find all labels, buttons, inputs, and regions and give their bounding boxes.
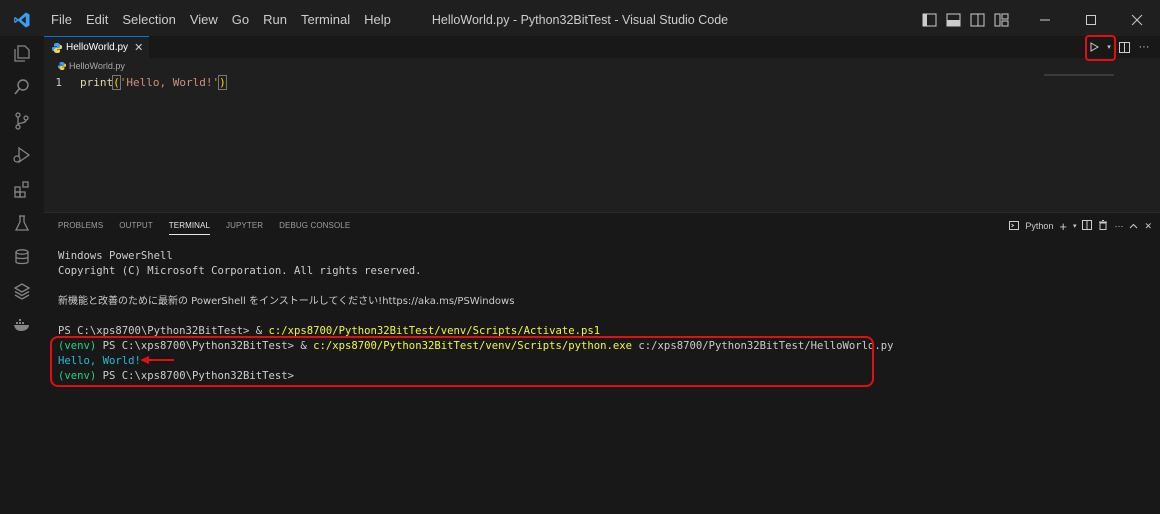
close-panel-icon[interactable]: ✕ [1144, 221, 1152, 232]
editor-tab-helloworld[interactable]: HelloWorld.py ✕ [44, 36, 150, 58]
terminal-line: 新機能と改善のために最新の PowerShell をインストールしてください!h… [58, 296, 515, 307]
more-actions-icon[interactable]: ··· [1114, 221, 1123, 231]
tab-problems[interactable]: PROBLEMS [58, 213, 103, 239]
new-terminal-icon[interactable]: + [1059, 219, 1067, 234]
menu-selection[interactable]: Selection [115, 0, 182, 40]
toggle-primary-sidebar-icon[interactable] [918, 9, 940, 31]
line-number: 1 [55, 75, 62, 89]
menu-help[interactable]: Help [357, 0, 398, 40]
python-file-icon [52, 42, 62, 53]
layers-icon[interactable] [0, 274, 44, 308]
run-and-debug-icon[interactable] [0, 138, 44, 172]
python-file-icon [58, 62, 66, 70]
menu-go[interactable]: Go [225, 0, 256, 40]
testing-icon[interactable] [0, 206, 44, 240]
more-actions-icon[interactable]: ··· [1136, 39, 1152, 55]
customize-layout-icon[interactable] [990, 9, 1012, 31]
title-bar: File Edit Selection View Go Run Terminal… [0, 0, 1160, 40]
terminal-line: Windows PowerShell [58, 250, 173, 262]
menu-terminal[interactable]: Terminal [294, 0, 357, 40]
panel-tabs: PROBLEMS OUTPUT TERMINAL JUPYTER DEBUG C… [44, 213, 1160, 239]
annotation-arrow-icon [140, 356, 174, 364]
toggle-secondary-sidebar-icon[interactable] [966, 9, 988, 31]
source-control-icon[interactable] [0, 104, 44, 138]
close-tab-icon[interactable]: ✕ [134, 41, 143, 54]
explorer-icon[interactable] [0, 36, 44, 70]
docker-icon[interactable] [0, 308, 44, 342]
maximize-panel-chevron-up-icon[interactable] [1129, 221, 1138, 231]
menu-file[interactable]: File [44, 0, 79, 40]
terminal-profile-label[interactable]: Python [1025, 221, 1053, 231]
code-paren-open: ( [112, 74, 121, 90]
activity-bar [0, 36, 44, 514]
code-line[interactable]: 1 print('Hello, World!') [44, 74, 1160, 90]
terminal-icon [1009, 220, 1020, 232]
code-function: print [80, 75, 114, 89]
tab-output[interactable]: OUTPUT [119, 213, 153, 239]
tab-terminal[interactable]: TERMINAL [168, 217, 211, 235]
tab-debug-console[interactable]: DEBUG CONSOLE [279, 213, 350, 239]
menu-view[interactable]: View [183, 0, 225, 40]
minimap[interactable] [1044, 74, 1114, 76]
maximize-icon[interactable] [1068, 0, 1114, 40]
code-string: 'Hello, World!' [119, 75, 220, 89]
terminal-line: Copyright (C) Microsoft Corporation. All… [58, 265, 422, 277]
trash-icon[interactable] [1098, 220, 1108, 232]
search-icon[interactable] [0, 70, 44, 104]
code-paren-close: ) [218, 74, 227, 90]
minimize-icon[interactable] [1022, 0, 1068, 40]
editor-tabs: HelloWorld.py ✕ ▾ ··· [44, 35, 1160, 61]
database-icon[interactable] [0, 240, 44, 274]
run-button-highlight [1085, 35, 1116, 61]
split-editor-icon[interactable] [1116, 39, 1132, 55]
vscode-logo-icon [0, 0, 44, 40]
toggle-panel-icon[interactable] [942, 9, 964, 31]
breadcrumb: HelloWorld.py [44, 58, 1160, 74]
terminal-dropdown-chevron-icon[interactable]: ▾ [1073, 222, 1077, 230]
extensions-icon[interactable] [0, 172, 44, 206]
menu-run[interactable]: Run [256, 0, 294, 40]
menu-edit[interactable]: Edit [79, 0, 115, 40]
split-terminal-icon[interactable] [1082, 220, 1093, 232]
tab-jupyter[interactable]: JUPYTER [226, 213, 263, 239]
breadcrumb-file[interactable]: HelloWorld.py [69, 61, 125, 71]
editor-tab-label: HelloWorld.py [66, 42, 129, 53]
editor-area: HelloWorld.py ✕ ▾ ··· HelloWorld.py 1 pr… [44, 35, 1160, 212]
close-window-icon[interactable] [1114, 0, 1160, 40]
menu-bar: File Edit Selection View Go Run Terminal… [44, 0, 398, 40]
panel: PROBLEMS OUTPUT TERMINAL JUPYTER DEBUG C… [44, 212, 1160, 514]
